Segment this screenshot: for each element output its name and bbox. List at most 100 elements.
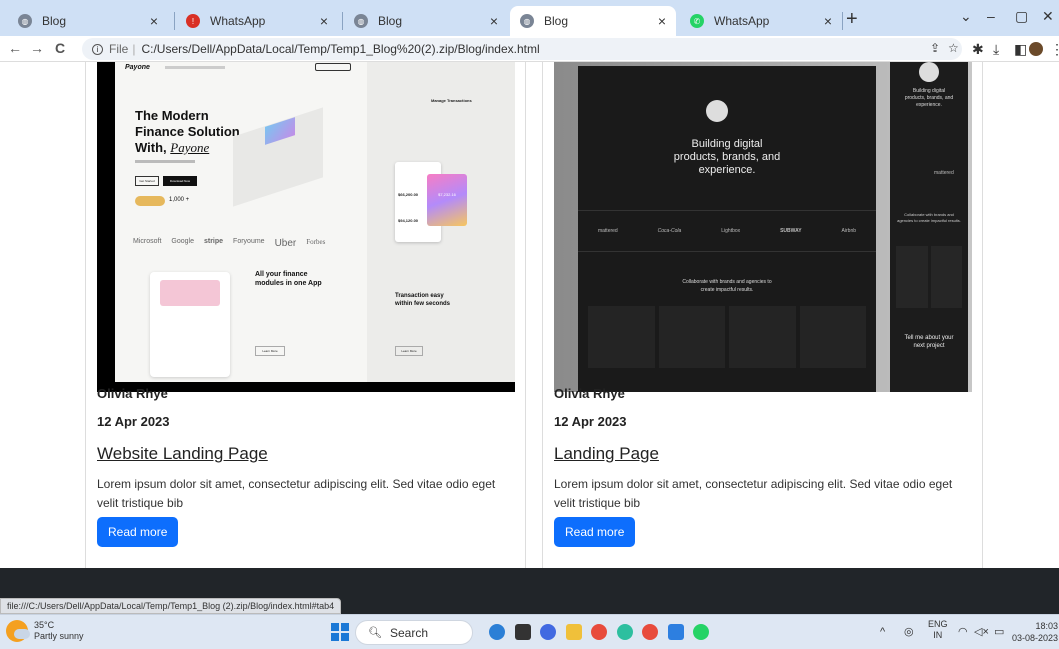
url-divider: |: [132, 42, 136, 56]
tab-separator: [174, 12, 175, 30]
hero-headline: The Modern Finance Solution With, Payone: [135, 108, 240, 155]
close-icon[interactable]: ×: [658, 13, 666, 29]
forward-arrow-icon[interactable]: →: [30, 40, 44, 56]
volume-icon[interactable]: ◁×: [974, 625, 989, 638]
window-close-button[interactable]: ✕: [1042, 8, 1054, 25]
mobile-hero: Building digital products, brands, and e…: [904, 88, 954, 108]
learn-more-mock-button: Learn More: [255, 346, 285, 356]
tab-title: Blog: [42, 14, 67, 28]
download-icon[interactable]: ⤓: [993, 41, 999, 58]
share-icon[interactable]: ⇪: [930, 41, 940, 55]
bookmark-star-icon[interactable]: ☆: [948, 41, 959, 55]
mobile-service-cards: [896, 246, 962, 308]
link-status-bubble: file:///C:/Users/Dell/AppData/Local/Temp…: [0, 598, 342, 614]
close-icon[interactable]: ×: [490, 13, 498, 29]
mobile-avatar: [919, 62, 939, 82]
search-icon: 🔍︎: [368, 627, 382, 639]
modules-heading: All your finance modules in one App: [255, 271, 322, 287]
tab-search-dropdown-icon[interactable]: ⌄: [960, 8, 972, 25]
phone-mockup: [150, 272, 230, 377]
battery-icon[interactable]: ▭: [994, 625, 1004, 638]
read-more-button[interactable]: Read more: [97, 517, 179, 547]
user-count: 1,000 +: [169, 197, 190, 203]
back-arrow-icon[interactable]: ←: [8, 40, 22, 56]
logo-strip: mattered Coca-Cola Lightbox SUBWAY Airbn…: [578, 210, 876, 252]
menu-kebab-icon[interactable]: ⋮: [1050, 41, 1059, 58]
service-cards: [588, 306, 866, 368]
landing-page-mockup-right: Manage Transactions $66,200.00 $94,120.0…: [367, 62, 515, 382]
post-author: Olivia Rhye: [97, 386, 168, 401]
weather-widget[interactable]: 35°C Partly sunny: [6, 620, 84, 642]
windows-taskbar: 35°C Partly sunny 🔍︎ Search ^ ◎ ENG IN ◠…: [0, 614, 1059, 649]
tab-title: Blog: [378, 14, 403, 28]
close-icon[interactable]: ×: [150, 13, 158, 29]
chrome-alt-icon[interactable]: [642, 624, 658, 640]
globe-icon: ◍: [354, 14, 368, 28]
clock[interactable]: 18:03 03-08-2023: [1012, 620, 1058, 644]
post-thumbnail[interactable]: Building digital products, brands, and e…: [554, 62, 972, 392]
tab-blog-1[interactable]: ◍ Blog ×: [8, 6, 168, 36]
url-scheme: File: [109, 42, 129, 56]
tab-title: WhatsApp: [210, 14, 266, 28]
learn-more-mock-button: Learn More: [395, 346, 423, 356]
close-icon[interactable]: ×: [320, 13, 328, 29]
landing-page-mockup: Payone The Modern Finance Solution With,…: [115, 62, 367, 382]
hero-headline: Building digital products, brands, and e…: [673, 138, 781, 176]
post-author: Olivia Rhye: [554, 386, 625, 401]
taskbar-search[interactable]: 🔍︎ Search: [355, 620, 473, 645]
url-text: C:/Users/Dell/AppData/Local/Temp/Temp1_B…: [141, 42, 540, 56]
brand-logos: Microsoft Google stripe Foryoume Uber Fo…: [133, 238, 326, 249]
avatar-stack: [135, 196, 165, 206]
chrome-icon[interactable]: [591, 624, 607, 640]
tab-blog-active[interactable]: ◍ Blog ×: [510, 6, 676, 36]
new-tab-button[interactable]: +: [846, 8, 858, 31]
mobile-mockup: Building digital products, brands, and e…: [890, 62, 968, 392]
teams-chat-icon[interactable]: [540, 624, 556, 640]
vscode-icon[interactable]: [668, 624, 684, 640]
address-bar[interactable]: i File | C:/Users/Dell/AppData/Local/Tem…: [82, 38, 962, 60]
phone-banner: [160, 280, 220, 306]
download-mock-button: Download Now: [163, 176, 197, 186]
post-date: 12 Apr 2023: [97, 414, 170, 429]
post-card: Payone The Modern Finance Solution With,…: [85, 62, 526, 568]
info-icon[interactable]: i: [92, 43, 103, 55]
read-more-button[interactable]: Read more: [554, 517, 636, 547]
avatar[interactable]: [1029, 42, 1043, 56]
browser-tab-bar: ◍ Blog × ! WhatsApp × ◍ Blog × ◍ Blog × …: [0, 0, 1059, 36]
weather-temp: 35°C: [34, 620, 55, 630]
wifi-icon[interactable]: ◠: [958, 625, 968, 638]
post-title-link[interactable]: Landing Page: [554, 444, 659, 464]
tab-whatsapp-1[interactable]: ! WhatsApp ×: [176, 6, 338, 36]
transaction-heading: Transaction easy within few seconds: [395, 293, 451, 307]
post-thumbnail[interactable]: Payone The Modern Finance Solution With,…: [97, 62, 515, 392]
nav-button: [315, 63, 351, 71]
post-excerpt: Lorem ipsum dolor sit amet, consectetur …: [554, 477, 953, 510]
mobile-logo: mattered: [934, 170, 954, 176]
task-view-icon[interactable]: [515, 624, 531, 640]
file-explorer-icon[interactable]: [566, 624, 582, 640]
mobile-cta: Tell me about your next project: [904, 335, 954, 349]
tab-whatsapp-2[interactable]: ✆ WhatsApp ×: [680, 6, 842, 36]
edge-icon[interactable]: [617, 624, 633, 640]
extensions-icon[interactable]: ✱: [972, 41, 984, 58]
bing-chat-icon[interactable]: [489, 624, 505, 640]
tab-blog-2[interactable]: ◍ Blog ×: [344, 6, 508, 36]
gradient-card: $7,232.16: [427, 174, 467, 226]
windows-start-icon[interactable]: [331, 623, 349, 641]
restore-button[interactable]: ▢: [1015, 8, 1028, 25]
language-indicator[interactable]: ENG IN: [928, 619, 948, 641]
side-panel-icon[interactable]: ◧: [1014, 41, 1027, 58]
whatsapp-taskbar-icon[interactable]: [693, 624, 709, 640]
post-excerpt: Lorem ipsum dolor sit amet, consectetur …: [97, 477, 496, 510]
mobile-collab: Collaborate with brands and agencies to …: [897, 212, 961, 223]
error-icon: !: [186, 14, 200, 28]
page-content: Payone The Modern Finance Solution With,…: [0, 62, 1059, 568]
reload-icon[interactable]: C: [55, 40, 65, 56]
nav-links: [165, 66, 225, 69]
close-icon[interactable]: ×: [824, 13, 832, 29]
payone-logo: Payone: [125, 64, 150, 71]
minimize-button[interactable]: –: [987, 8, 995, 24]
chevron-up-icon[interactable]: ^: [880, 626, 885, 638]
post-title-link[interactable]: Website Landing Page: [97, 444, 268, 464]
tray-app-icon[interactable]: ◎: [904, 625, 914, 638]
